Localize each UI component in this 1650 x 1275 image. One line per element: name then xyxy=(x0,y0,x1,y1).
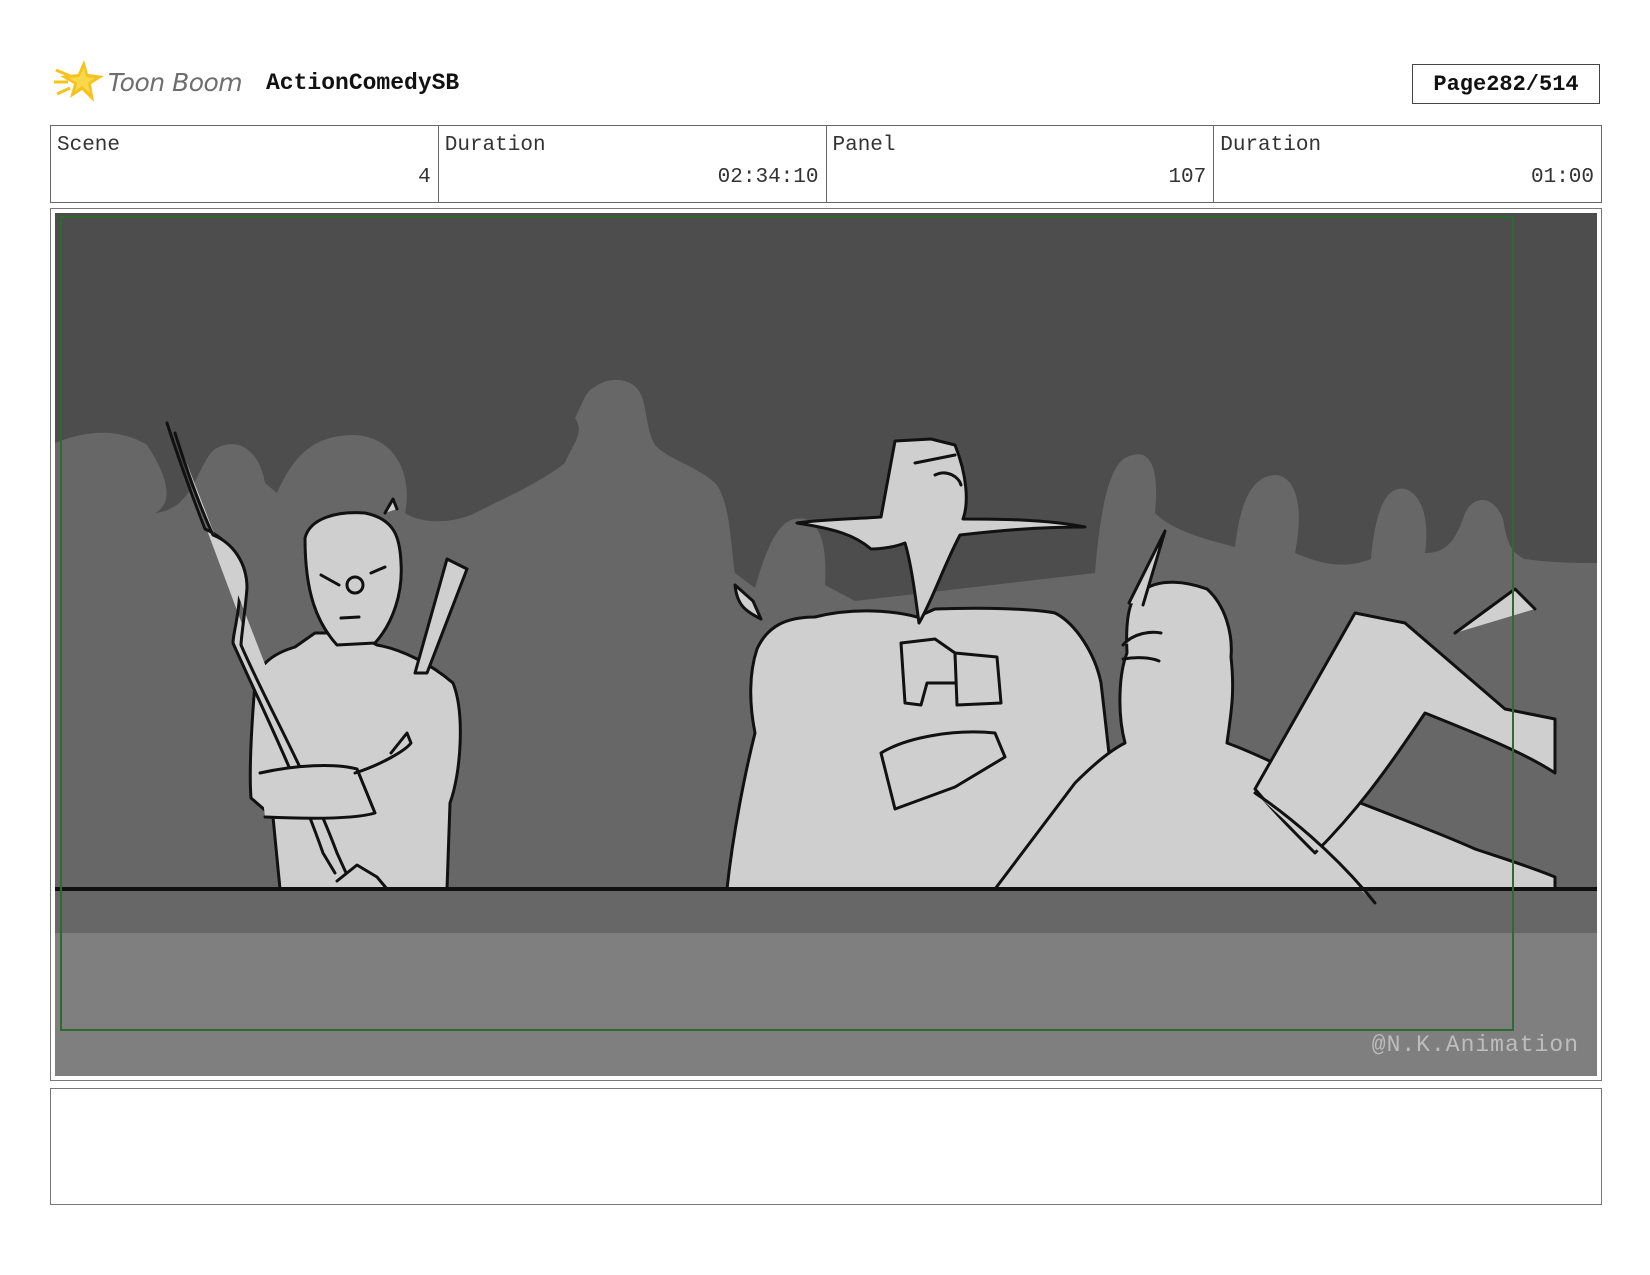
panel-cell: Panel 107 xyxy=(827,126,1215,202)
scene-duration-value: 02:34:10 xyxy=(717,166,819,189)
panel-drawing xyxy=(55,213,1597,1076)
page-label: Page xyxy=(1433,71,1487,97)
watermark: @N.K.Animation xyxy=(1371,1032,1579,1058)
panel-duration-value: 01:00 xyxy=(1530,166,1594,189)
scene-label: Scene xyxy=(57,134,121,157)
panel-notes[interactable] xyxy=(50,1088,1602,1205)
counter-ledge xyxy=(55,889,1597,933)
page-current: 282 xyxy=(1486,71,1526,97)
scene-value: 4 xyxy=(418,166,431,189)
floor xyxy=(55,933,1597,1076)
project-title: ActionComedySB xyxy=(266,70,460,96)
storyboard-panel: @N.K.Animation xyxy=(50,208,1602,1081)
page-total: 514 xyxy=(1539,71,1579,97)
scene-duration-label: Duration xyxy=(444,134,546,157)
page-indicator: Page 282/514 xyxy=(1412,64,1600,104)
panel-info-table: Scene 4 Duration 02:34:10 Panel 107 Dura… xyxy=(50,125,1602,203)
scene-duration-cell: Duration 02:34:10 xyxy=(439,126,827,202)
panel-value: 107 xyxy=(1168,166,1207,189)
toon-boom-logo: Toon Boom xyxy=(54,56,243,108)
toon-boom-logo-icon xyxy=(54,60,104,102)
scene-cell: Scene 4 xyxy=(51,126,439,202)
panel-duration-cell: Duration 01:00 xyxy=(1214,126,1601,202)
panel-label: Panel xyxy=(832,134,896,157)
brand-name: Toon Boom xyxy=(108,67,243,97)
panel-duration-label: Duration xyxy=(1220,134,1322,157)
